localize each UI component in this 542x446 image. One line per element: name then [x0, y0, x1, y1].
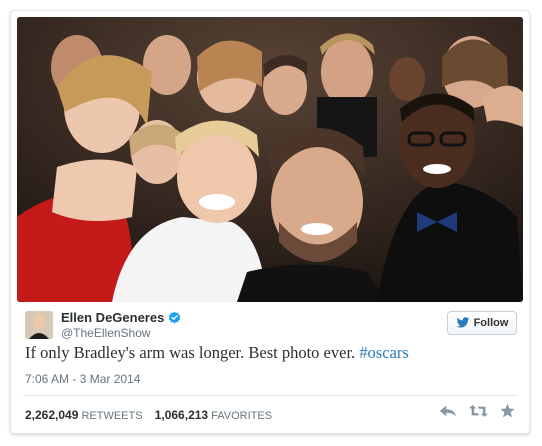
favorites-count[interactable]: 1,066,213 [155, 408, 208, 422]
author-row: Ellen DeGeneres @TheEllenShow Follow [25, 309, 517, 343]
tweet-card: Ellen DeGeneres @TheEllenShow Follow If … [10, 10, 530, 434]
follow-button[interactable]: Follow [447, 311, 517, 335]
tweet-stats: 2,262,049 RETWEETS 1,066,213 FAVORITES [25, 408, 272, 422]
retweets-count[interactable]: 2,262,049 [25, 408, 78, 422]
hashtag-link[interactable]: #oscars [359, 343, 408, 362]
twitter-bird-icon [456, 317, 469, 328]
avatar[interactable] [25, 311, 53, 339]
tweet-text: If only Bradley's arm was longer. Best p… [25, 343, 517, 363]
retweets-label[interactable]: RETWEETS [81, 410, 142, 422]
tweet-body: If only Bradley's arm was longer. Best p… [25, 343, 356, 362]
favorites-label[interactable]: FAVORITES [211, 410, 272, 422]
star-icon[interactable] [499, 403, 517, 419]
tweet-actions [439, 403, 517, 419]
follow-label: Follow [473, 317, 509, 329]
author-handle[interactable]: @TheEllenShow [61, 326, 151, 340]
retweet-icon[interactable] [469, 403, 488, 419]
divider [23, 395, 517, 396]
author-name-text[interactable]: Ellen DeGeneres [61, 310, 164, 325]
verified-badge-icon [169, 311, 181, 324]
reply-icon[interactable] [439, 403, 457, 419]
author-name[interactable]: Ellen DeGeneres [61, 310, 181, 325]
tweet-photo[interactable] [17, 17, 523, 302]
tweet-timestamp[interactable]: 7:06 AM - 3 Mar 2014 [25, 372, 140, 386]
